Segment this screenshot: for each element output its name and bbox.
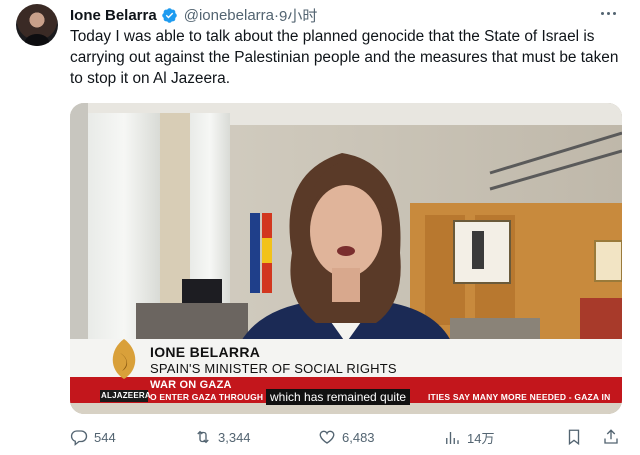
lower-third-name: IONE BELARRA <box>150 344 261 360</box>
repost-icon <box>197 430 209 444</box>
reply-count: 544 <box>94 429 116 445</box>
verified-badge-icon <box>161 7 177 23</box>
tweet-header: Ione Belarra @ionebelarra · 9小时 <box>70 5 317 25</box>
like-button[interactable]: 6,483 <box>318 428 375 446</box>
tweet-text: Today I was able to talk about the plann… <box>70 28 619 87</box>
video-subtitle: which has remained quite <box>266 389 411 405</box>
heart-icon <box>319 430 335 444</box>
more-icon[interactable] <box>596 4 620 22</box>
share-button[interactable] <box>602 428 620 446</box>
author-handle[interactable]: @ionebelarra <box>184 7 274 24</box>
bookmark-button[interactable] <box>565 428 583 446</box>
lower-third-section: WAR ON GAZA <box>150 379 232 391</box>
bookmark-icon <box>568 429 580 446</box>
views-count: 14万 <box>467 431 495 446</box>
repost-button[interactable]: 3,344 <box>194 428 251 446</box>
share-icon <box>604 429 618 444</box>
ticker-left-text: O ENTER GAZA THROUGH F <box>150 392 272 402</box>
timestamp[interactable]: 9小时 <box>279 5 317 26</box>
views-button[interactable]: 14万 <box>443 428 494 447</box>
lower-third-title: SPAIN'S MINISTER OF SOCIAL RIGHTS <box>150 361 397 376</box>
reply-icon <box>70 430 88 446</box>
reply-button[interactable]: 544 <box>70 428 116 446</box>
ticker-right-text: ITIES SAY MANY MORE NEEDED - GAZA IN <box>428 392 611 402</box>
video-media[interactable]: IONE BELARRA SPAIN'S MINISTER OF SOCIAL … <box>70 103 622 414</box>
author-name[interactable]: Ione Belarra <box>70 7 157 24</box>
avatar[interactable] <box>16 4 58 46</box>
like-count: 6,483 <box>342 429 375 445</box>
repost-count: 3,344 <box>218 429 251 445</box>
action-bar: 544 3,344 6,483 14万 <box>70 428 622 450</box>
channel-label: ALJAZEERA <box>101 391 151 400</box>
views-icon <box>446 431 459 444</box>
